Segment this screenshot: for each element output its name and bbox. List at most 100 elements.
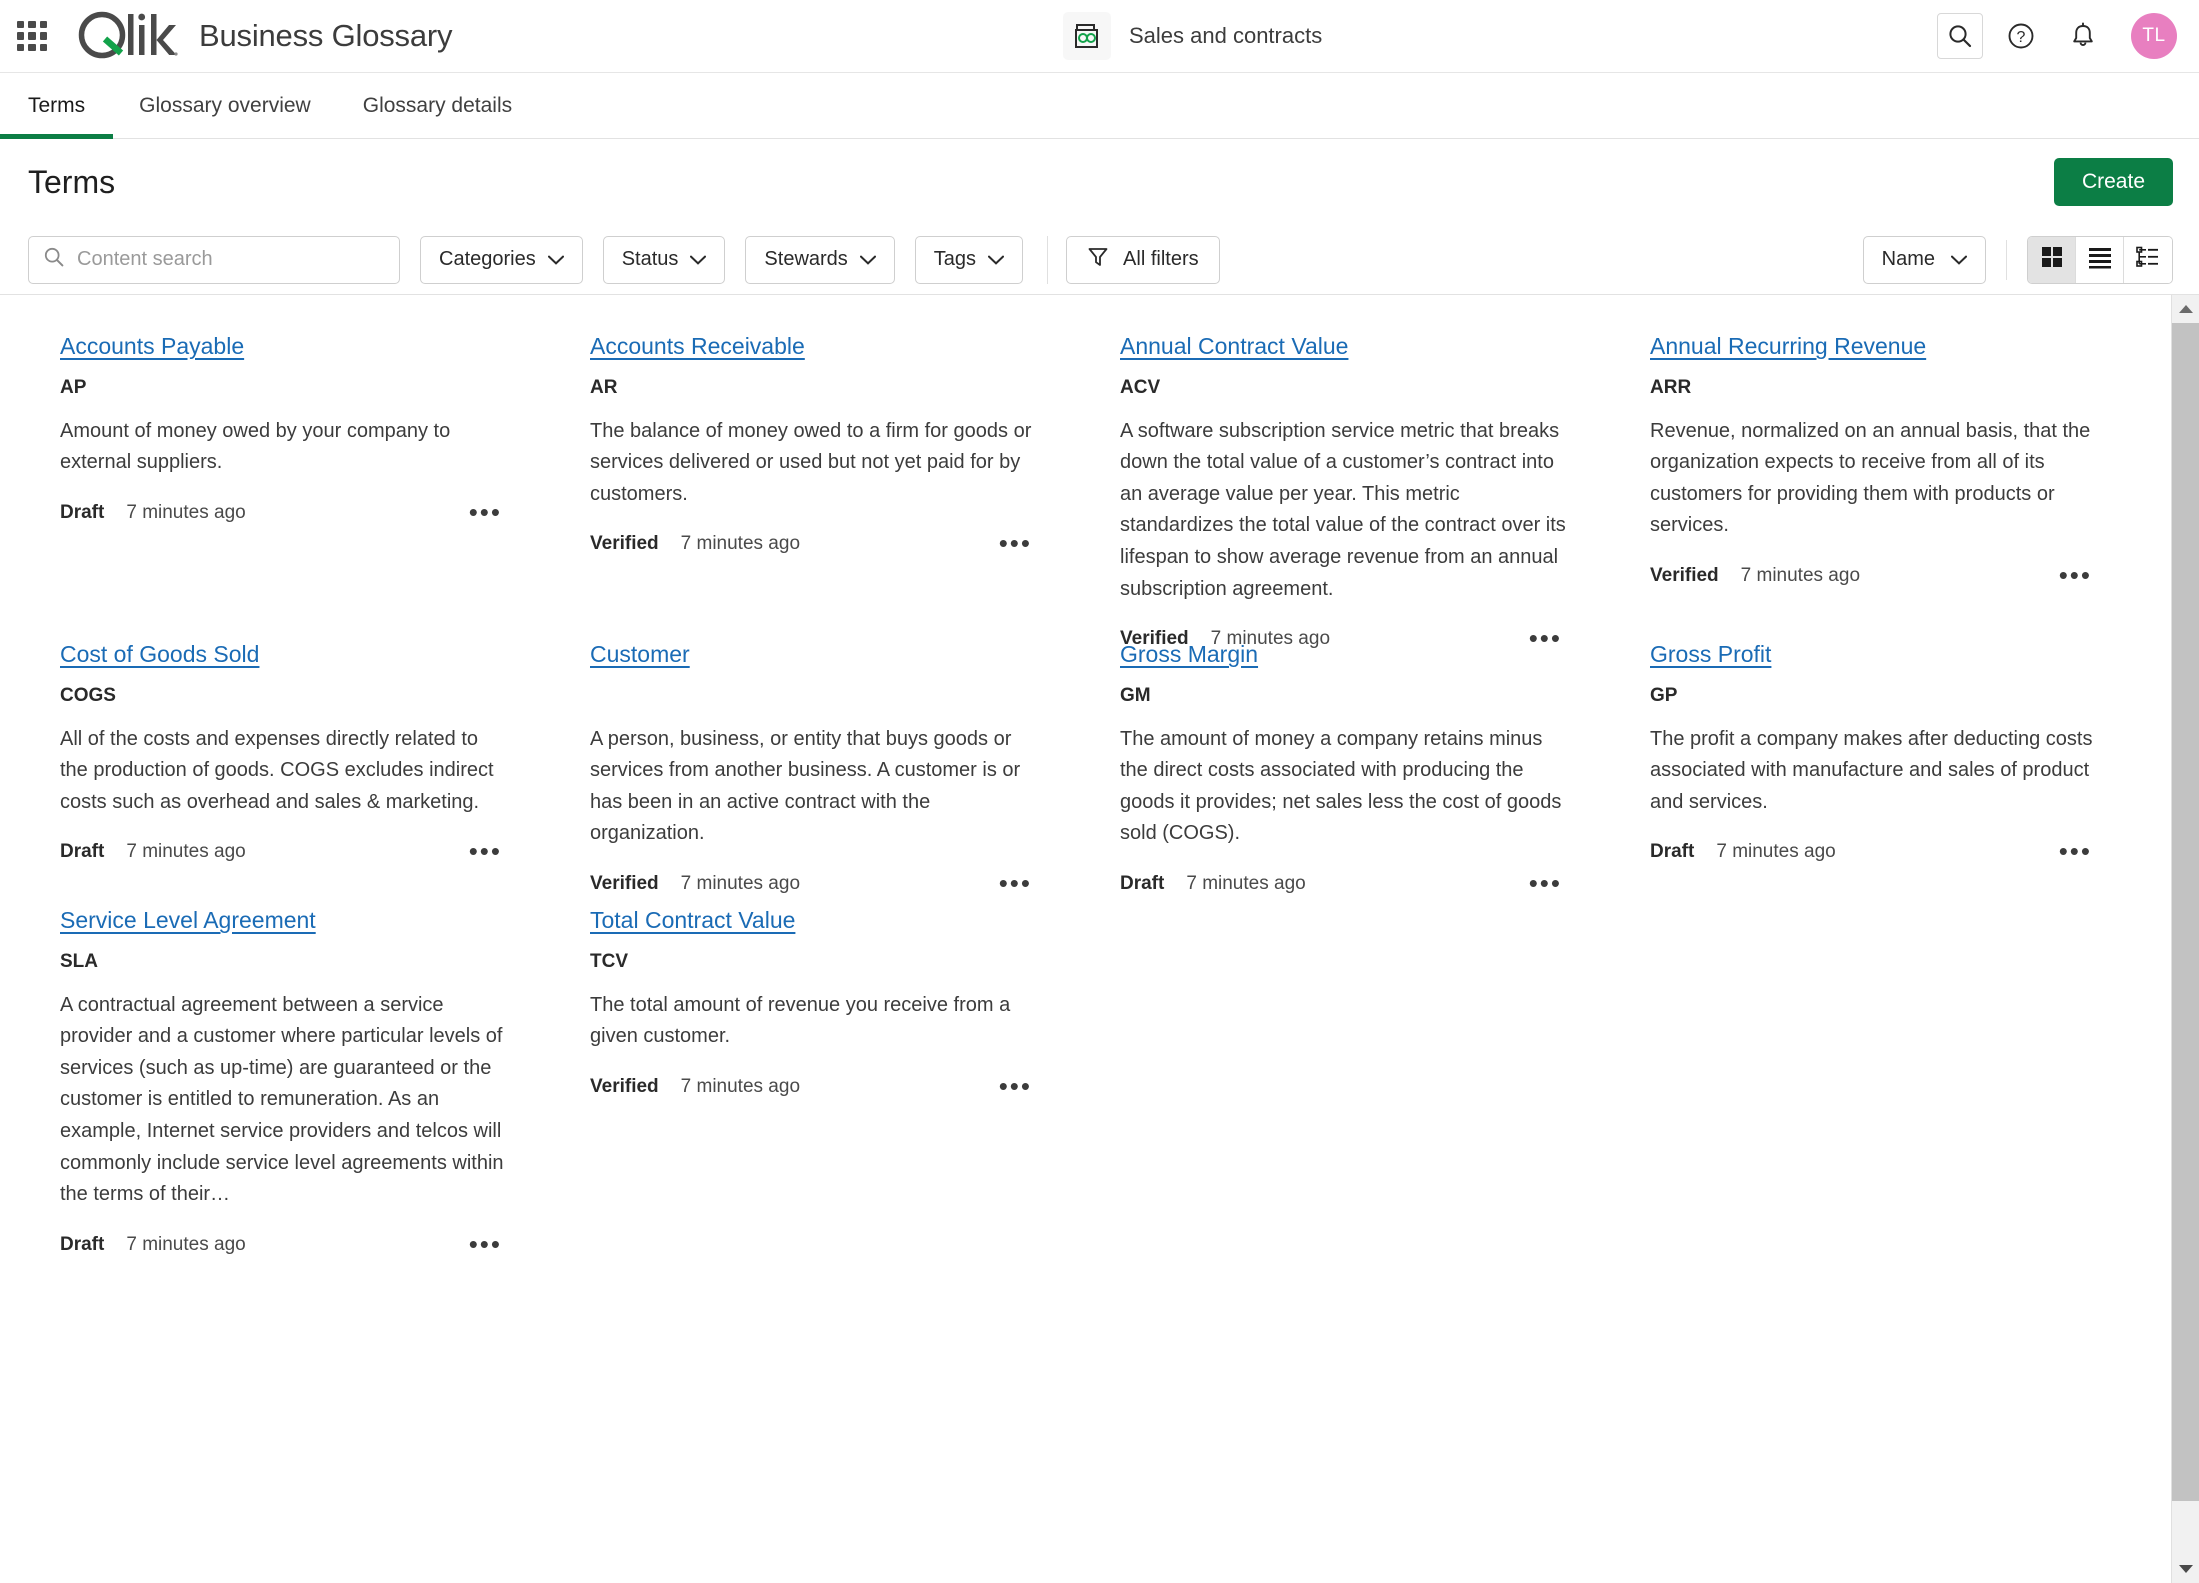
term-updated-time: 7 minutes ago bbox=[1716, 841, 1836, 863]
filter-categories-label: Categories bbox=[439, 248, 536, 270]
term-title-link[interactable]: Cost of Goods Sold bbox=[60, 641, 259, 669]
term-description: The amount of money a company retains mi… bbox=[1120, 727, 1562, 845]
scroll-up-arrow-icon[interactable] bbox=[2172, 295, 2199, 323]
term-card[interactable]: Annual Recurring Revenue ARR Revenue, no… bbox=[1622, 333, 2152, 641]
term-card[interactable]: Accounts Receivable AR The balance of mo… bbox=[562, 333, 1092, 641]
term-description: A software subscription service metric t… bbox=[1120, 419, 1566, 600]
all-filters-button[interactable]: All filters bbox=[1066, 235, 1220, 284]
term-more-options-icon[interactable]: ••• bbox=[995, 530, 1036, 558]
sort-select[interactable]: Name bbox=[1862, 235, 1986, 284]
term-card[interactable]: Gross Margin GM The amount of money a co… bbox=[1092, 641, 1622, 907]
term-title-link[interactable]: Accounts Payable bbox=[60, 333, 244, 361]
term-title-link[interactable]: Service Level Agreement bbox=[60, 907, 316, 935]
filter-stewards[interactable]: Stewards bbox=[745, 235, 895, 284]
term-updated-time: 7 minutes ago bbox=[126, 1233, 246, 1255]
scroll-down-arrow-icon[interactable] bbox=[2172, 1555, 2199, 1583]
vertical-scrollbar[interactable] bbox=[2171, 295, 2199, 1583]
tab-glossary-overview[interactable]: Glossary overview bbox=[113, 73, 337, 138]
status-badge: Draft bbox=[60, 1233, 105, 1255]
term-card-footer: Draft 7 minutes ago ••• bbox=[60, 838, 506, 866]
grid-view-button[interactable] bbox=[2028, 236, 2076, 283]
term-card[interactable]: Annual Contract Value ACV A software sub… bbox=[1092, 333, 1622, 651]
qlik-logo[interactable] bbox=[75, 9, 179, 63]
term-abbreviation: ARR bbox=[1650, 376, 1692, 398]
app-launcher-icon[interactable] bbox=[17, 21, 47, 51]
scrollbar-track[interactable] bbox=[2172, 323, 2199, 1555]
create-button[interactable]: Create bbox=[2053, 158, 2173, 206]
filter-toolbar: Categories Status Stewards Tags All filt… bbox=[0, 225, 2199, 295]
term-more-options-icon[interactable]: ••• bbox=[2055, 838, 2096, 866]
chevron-down-icon bbox=[690, 248, 707, 271]
term-title-link[interactable]: Gross Profit bbox=[1650, 641, 1771, 669]
top-navigation-bar: Business Glossary Sales and contracts ? bbox=[0, 0, 2199, 73]
toolbar-divider bbox=[2006, 239, 2007, 280]
term-card[interactable]: Cost of Goods Sold COGS All of the costs… bbox=[32, 641, 562, 907]
chevron-down-icon bbox=[547, 248, 564, 271]
tab-glossary-overview-label: Glossary overview bbox=[139, 93, 311, 117]
help-icon[interactable]: ? bbox=[1999, 14, 2043, 58]
bell-icon[interactable] bbox=[2061, 14, 2105, 58]
term-card-footer: Draft 7 minutes ago ••• bbox=[60, 499, 506, 527]
term-description: All of the costs and expenses directly r… bbox=[60, 727, 494, 813]
term-abbreviation: GM bbox=[1120, 684, 1151, 706]
term-updated-time: 7 minutes ago bbox=[680, 872, 801, 894]
filter-categories[interactable]: Categories bbox=[420, 235, 583, 284]
search-icon bbox=[43, 246, 65, 273]
scrollbar-thumb[interactable] bbox=[2172, 323, 2199, 1501]
avatar[interactable]: TL bbox=[2131, 13, 2177, 59]
term-updated-time: 7 minutes ago bbox=[1186, 872, 1306, 894]
term-card-footer: Verified 7 minutes ago ••• bbox=[590, 870, 1036, 898]
term-card-footer: Draft 7 minutes ago ••• bbox=[1120, 870, 1566, 898]
term-card[interactable]: Service Level Agreement SLA A contractua… bbox=[32, 907, 562, 1258]
term-more-options-icon[interactable]: ••• bbox=[465, 838, 506, 866]
term-abbreviation: TCV bbox=[590, 950, 628, 972]
search-icon[interactable] bbox=[1937, 13, 1983, 59]
term-title-link[interactable]: Annual Recurring Revenue bbox=[1650, 333, 1926, 361]
term-more-options-icon[interactable]: ••• bbox=[2055, 562, 2096, 590]
tab-glossary-details-label: Glossary details bbox=[362, 93, 513, 117]
term-card[interactable]: Customer A person, business, or entity t… bbox=[562, 641, 1092, 907]
terms-content-area: Accounts Payable AP Amount of money owed… bbox=[0, 295, 2199, 1583]
term-title-link[interactable]: Accounts Receivable bbox=[590, 333, 805, 361]
term-updated-time: 7 minutes ago bbox=[126, 501, 246, 523]
term-more-options-icon[interactable]: ••• bbox=[465, 1231, 506, 1259]
term-more-options-icon[interactable]: ••• bbox=[995, 870, 1036, 898]
term-description: A person, business, or entity that buys … bbox=[590, 727, 1021, 845]
filter-tags[interactable]: Tags bbox=[914, 235, 1024, 284]
tree-view-button[interactable] bbox=[2124, 236, 2172, 283]
term-title-link[interactable]: Total Contract Value bbox=[590, 907, 795, 935]
status-badge: Draft bbox=[60, 501, 105, 523]
filter-tags-label: Tags bbox=[933, 248, 977, 270]
term-card[interactable]: Gross Profit GP The profit a company mak… bbox=[1622, 641, 2152, 907]
term-card[interactable]: Total Contract Value TCV The total amoun… bbox=[562, 907, 1092, 1258]
term-abbreviation: GP bbox=[1650, 684, 1678, 706]
tab-glossary-details[interactable]: Glossary details bbox=[337, 73, 538, 138]
term-more-options-icon[interactable]: ••• bbox=[465, 499, 506, 527]
term-card[interactable]: Accounts Payable AP Amount of money owed… bbox=[32, 333, 562, 641]
tab-terms[interactable]: Terms bbox=[0, 73, 114, 139]
filter-status[interactable]: Status bbox=[602, 235, 726, 284]
chevron-down-icon bbox=[988, 248, 1005, 271]
top-bar-actions: ? TL bbox=[1937, 13, 2199, 59]
search-box[interactable] bbox=[28, 235, 400, 284]
term-description: Amount of money owed by your company to … bbox=[60, 419, 451, 474]
sort-select-label: Name bbox=[1881, 248, 1935, 270]
tab-bar: Terms Glossary overview Glossary details bbox=[0, 73, 2199, 139]
list-view-button[interactable] bbox=[2076, 236, 2124, 283]
term-card-footer: Verified 7 minutes ago ••• bbox=[590, 1073, 1036, 1101]
term-title-link[interactable]: Customer bbox=[590, 641, 690, 669]
space-selector[interactable]: Sales and contracts bbox=[1063, 12, 1322, 60]
term-abbreviation: AP bbox=[60, 376, 87, 398]
all-filters-label: All filters bbox=[1123, 248, 1199, 270]
search-input[interactable] bbox=[77, 248, 385, 271]
term-more-options-icon[interactable]: ••• bbox=[1525, 870, 1566, 898]
term-description: The profit a company makes after deducti… bbox=[1650, 727, 2093, 813]
chevron-down-icon bbox=[859, 248, 876, 271]
term-more-options-icon[interactable]: ••• bbox=[995, 1073, 1036, 1101]
chevron-down-icon bbox=[1951, 248, 1967, 271]
toolbar-right-group: Name bbox=[1862, 235, 2173, 284]
status-badge: Verified bbox=[590, 872, 659, 894]
term-abbreviation bbox=[590, 685, 1036, 710]
term-title-link[interactable]: Annual Contract Value bbox=[1120, 333, 1348, 361]
term-title-link[interactable]: Gross Margin bbox=[1120, 641, 1258, 669]
